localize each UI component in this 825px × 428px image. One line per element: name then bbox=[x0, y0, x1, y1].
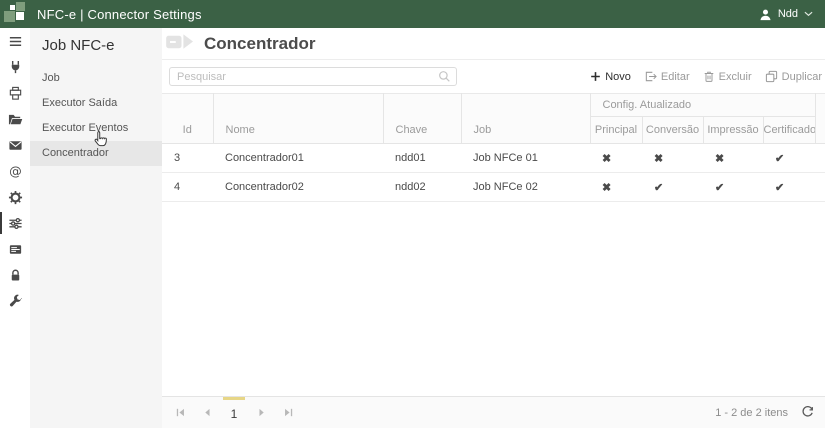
sidenav-item-executor-eventos[interactable]: Executor Eventos bbox=[30, 116, 162, 141]
wrench-icon[interactable] bbox=[0, 288, 30, 314]
search-icon bbox=[438, 70, 451, 88]
at-sign-icon[interactable]: @ bbox=[0, 158, 30, 184]
ndd-logo bbox=[0, 0, 32, 28]
last-page-button[interactable] bbox=[277, 397, 299, 428]
cell-principal-flag: ✖ bbox=[590, 173, 642, 202]
pager-info: 1 - 2 de 2 itens bbox=[715, 406, 814, 419]
cell-certificado-flag: ✔ bbox=[763, 144, 815, 173]
duplicar-button[interactable]: Duplicar bbox=[765, 70, 822, 83]
cell-nome: Concentrador01 bbox=[213, 144, 383, 173]
novo-button[interactable]: Novo bbox=[590, 71, 631, 83]
search-box bbox=[169, 67, 457, 87]
page-title: Concentrador bbox=[204, 34, 315, 54]
sidenav-item-executor-saida[interactable]: Executor Saída bbox=[30, 91, 162, 116]
sidenav-item-job[interactable]: Job bbox=[30, 66, 162, 91]
cell-spacer bbox=[815, 173, 825, 202]
page-header: Concentrador bbox=[162, 28, 825, 60]
mail-icon[interactable] bbox=[0, 132, 30, 158]
connector-plug-icon[interactable] bbox=[0, 54, 30, 80]
sliders-icon[interactable] bbox=[0, 210, 30, 236]
column-header-certificado[interactable]: Certificado bbox=[763, 117, 815, 144]
toolbar-buttons: Novo Editar Excluir bbox=[590, 70, 822, 83]
svg-text:@: @ bbox=[9, 164, 22, 179]
app-window: NFC-e | Connector Settings Ndd @ bbox=[0, 0, 825, 428]
app-title: NFC-e | Connector Settings bbox=[37, 7, 202, 22]
user-menu[interactable]: Ndd bbox=[759, 8, 813, 21]
icon-rail: @ bbox=[0, 28, 30, 428]
gear-icon[interactable] bbox=[0, 184, 30, 210]
nav-section-title: Job NFC-e bbox=[30, 28, 162, 66]
server-icon[interactable] bbox=[0, 236, 30, 262]
secondary-nav: Job NFC-e Job Executor Saída Executor Ev… bbox=[30, 28, 162, 428]
menu-icon[interactable] bbox=[0, 28, 30, 54]
lock-icon[interactable] bbox=[0, 262, 30, 288]
column-header-conversao[interactable]: Conversão bbox=[642, 117, 703, 144]
concentrador-table: Id Nome Chave Job Config. Atualizado Pri… bbox=[162, 93, 825, 202]
table-row[interactable]: 3 Concentrador01 ndd01 Job NFCe 01 ✖ ✖ ✖… bbox=[162, 144, 825, 173]
column-header-job[interactable]: Job bbox=[461, 94, 590, 144]
folder-open-icon[interactable] bbox=[0, 106, 30, 132]
column-header-principal[interactable]: Principal bbox=[590, 117, 642, 144]
cell-job: Job NFCe 02 bbox=[461, 173, 590, 202]
cell-id: 4 bbox=[162, 173, 213, 202]
column-spacer bbox=[815, 94, 825, 144]
column-header-chave[interactable]: Chave bbox=[383, 94, 461, 144]
chevron-down-icon bbox=[804, 11, 813, 17]
edit-icon bbox=[644, 70, 657, 83]
cell-chave: ndd01 bbox=[383, 144, 461, 173]
user-icon bbox=[759, 8, 772, 21]
printer-icon[interactable] bbox=[0, 80, 30, 106]
plus-icon bbox=[590, 71, 601, 82]
excluir-button[interactable]: Excluir bbox=[703, 70, 752, 83]
sidenav-item-concentrador[interactable]: Concentrador bbox=[30, 141, 162, 166]
cell-job: Job NFCe 01 bbox=[461, 144, 590, 173]
column-header-impressao[interactable]: Impressão bbox=[703, 117, 763, 144]
column-header-nome[interactable]: Nome bbox=[213, 94, 383, 144]
table-row[interactable]: 4 Concentrador02 ndd02 Job NFCe 02 ✖ ✔ ✔… bbox=[162, 173, 825, 202]
cell-certificado-flag: ✔ bbox=[763, 173, 815, 202]
current-page-button[interactable]: 1 bbox=[223, 397, 245, 428]
user-name: Ndd bbox=[778, 8, 798, 20]
editar-button[interactable]: Editar bbox=[644, 70, 690, 83]
cell-spacer bbox=[815, 144, 825, 173]
cell-impressao-flag: ✔ bbox=[703, 173, 763, 202]
column-group-config-atualizado: Config. Atualizado bbox=[590, 94, 815, 117]
cell-conversao-flag: ✔ bbox=[642, 173, 703, 202]
copy-icon bbox=[765, 70, 778, 83]
pager: 1 1 - 2 de 2 itens bbox=[162, 396, 825, 428]
top-bar: NFC-e | Connector Settings Ndd bbox=[0, 0, 825, 28]
toolbar: Novo Editar Excluir bbox=[162, 60, 825, 93]
search-input[interactable] bbox=[169, 67, 457, 86]
first-page-button[interactable] bbox=[169, 397, 191, 428]
cell-conversao-flag: ✖ bbox=[642, 144, 703, 173]
trash-icon bbox=[703, 70, 715, 83]
concentrador-page-icon bbox=[165, 31, 198, 59]
items-count-text: 1 - 2 de 2 itens bbox=[715, 407, 788, 419]
main-content: Concentrador Novo bbox=[162, 28, 825, 428]
cell-principal-flag: ✖ bbox=[590, 144, 642, 173]
column-header-id[interactable]: Id bbox=[162, 94, 213, 144]
next-page-button[interactable] bbox=[250, 397, 272, 428]
previous-page-button[interactable] bbox=[196, 397, 218, 428]
cell-nome: Concentrador02 bbox=[213, 173, 383, 202]
refresh-icon[interactable] bbox=[801, 406, 814, 419]
cell-id: 3 bbox=[162, 144, 213, 173]
cell-impressao-flag: ✖ bbox=[703, 144, 763, 173]
cell-chave: ndd02 bbox=[383, 173, 461, 202]
